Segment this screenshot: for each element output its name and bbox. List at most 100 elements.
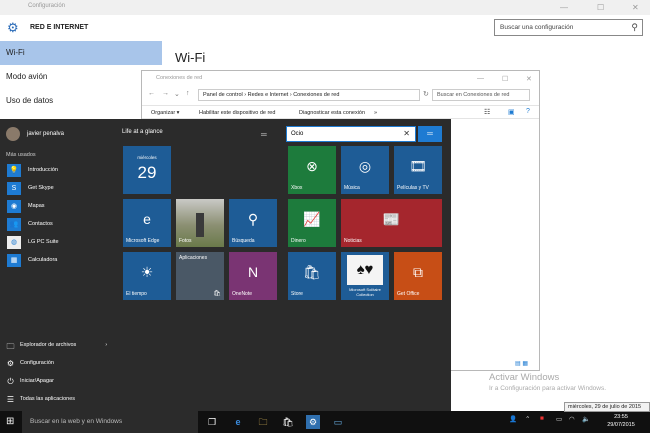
help-icon[interactable]: ? [526,108,530,115]
onenote-icon: N [247,264,259,280]
taskbar-search-input[interactable]: Buscar en la web y en Windows [22,411,198,433]
app-item-contactos[interactable]: 👥 Contactos [7,217,107,232]
tile-apps[interactable]: Aplicaciones 🛍 [176,252,224,300]
tile-xbox[interactable]: ⊗ Xbox [288,146,336,194]
organize-button[interactable]: Organizar ▾ [151,110,179,116]
system-label: Iniciar/Apagar [20,378,54,384]
chevron-up-icon[interactable]: ⌃ [525,415,530,423]
up-arrow-icon[interactable]: ↑ [186,90,190,97]
refresh-icon[interactable]: ↻ [423,90,429,98]
power-icon: ⏻ [7,377,14,386]
back-arrow-icon[interactable]: ← [148,90,155,97]
cp-search-input[interactable]: Buscar en Conexiones de red [432,89,530,101]
app-item-introduccion[interactable]: 💡 Introducción [7,163,107,178]
people-tray-icon[interactable]: 👤 [509,415,517,423]
tile-news[interactable]: 📰 Noticias [341,199,442,247]
settings-item[interactable]: ⚙ Configuración [6,357,111,371]
skype-icon: S [7,182,21,195]
minimize-button[interactable]: — [560,3,568,12]
chart-icon: 📈 [303,211,321,227]
tile-edge[interactable]: e Microsoft Edge [123,199,171,247]
edge-taskbar-icon[interactable]: e [231,415,245,429]
chevron-right-icon: › [105,342,107,348]
tile-label: Música [344,185,360,191]
clock[interactable]: 23:55 29/07/2015 [596,413,646,429]
app-label: Introducción [28,167,58,173]
tile-calendar[interactable]: miércoles 29 [123,146,171,194]
more-button[interactable]: » [374,110,377,116]
nav-item-data-usage[interactable]: Uso de datos [0,89,162,113]
file-explorer-item[interactable]: 🗀 Explorador de archivos › [6,339,111,353]
settings-taskbar-icon[interactable]: ⚙ [306,415,320,429]
tile-label: Xbox [291,185,303,191]
tile-store[interactable]: 🛍 Store [288,252,336,300]
settings-titlebar: Configuración — ☐ ✕ [0,0,650,15]
group-menu-button[interactable]: ═ [418,126,442,142]
volume-icon[interactable]: 🔈 [582,415,590,423]
cp-minimize-button[interactable]: — [477,75,484,82]
settings-section-title: RED E INTERNET [30,24,89,31]
clock-time: 23:55 [614,414,628,420]
breadcrumb-item[interactable]: Panel de control [203,92,243,98]
preview-pane-icon[interactable]: ▣ [508,108,515,116]
date-tooltip: miércoles, 29 de julio de 2015 [564,402,650,412]
cp-close-button[interactable]: ✕ [526,75,532,83]
all-apps-item[interactable]: ☰ Todas las aplicaciones [6,393,111,407]
tile-solitaire[interactable]: ♠♥ Microsoft Solitaire Collection [341,252,389,300]
app-item-lg-pc-suite[interactable]: ◍ LG PC Suite [7,235,107,250]
tile-search[interactable]: ⚲ Búsqueda [229,199,277,247]
settings-search-input[interactable]: Buscar una configuración ⚲ [494,19,643,36]
battery-icon[interactable]: ▭ [556,415,562,423]
diagnose-button[interactable]: Diagnosticar esta conexión [299,110,365,116]
forward-arrow-icon[interactable]: → [162,90,169,97]
view-options-icon[interactable]: ☷ [484,108,490,116]
app-item-calculadora[interactable]: ▦ Calculadora [7,253,107,268]
clear-icon[interactable]: ✕ [403,129,410,138]
tile-money[interactable]: 📈 Dinero [288,199,336,247]
tile-label: El tiempo [126,291,147,297]
breadcrumb-item[interactable]: Conexiones de red [293,92,339,98]
store-taskbar-icon[interactable]: 🛍 [281,415,295,429]
network-window-taskbar-icon[interactable]: ▭ [331,415,345,429]
windows-start-icon[interactable]: ⊞ [6,416,14,427]
task-view-icon[interactable]: ❐ [205,415,219,429]
cp-toolbar: Organizar ▾ Habilitar este dispositivo d… [142,105,539,119]
most-used-label: Más usados [6,152,36,158]
avatar [6,127,20,141]
group-name-input[interactable]: Ocio ✕ [286,126,416,142]
recent-chevron-icon[interactable]: ⌄ [174,90,180,98]
breadcrumb-item[interactable]: Redes e Internet [248,92,289,98]
lightbulb-icon: 💡 [7,164,21,177]
enable-device-button[interactable]: Habilitar este dispositivo de red [199,110,275,116]
power-item[interactable]: ⏻ Iniciar/Apagar [6,375,111,389]
edge-icon: e [143,211,151,227]
wifi-icon[interactable]: ◠ [569,415,575,423]
tile-office[interactable]: ⧉ Get Office [394,252,442,300]
close-button[interactable]: ✕ [632,3,639,12]
nav-item-airplane-mode[interactable]: Modo avión [0,65,162,89]
tile-label: Get Office [397,291,420,297]
tile-movies[interactable]: 🎞 Películas y TV [394,146,442,194]
tile-onenote[interactable]: N OneNote [229,252,277,300]
tile-group-title: Life at a glance [122,129,163,135]
app-item-mapas[interactable]: ◉ Mapas [7,199,107,214]
warning-tray-icon[interactable]: ■ [540,415,544,422]
view-toggle-icon[interactable]: ▤ ▦ [515,360,537,368]
app-item-skype[interactable]: S Get Skype [7,181,107,196]
user-account[interactable]: javier penalva [6,127,111,141]
settings-window-title: Configuración [28,3,66,9]
tile-weather[interactable]: ☀ El tiempo [123,252,171,300]
tile-photos[interactable]: Fotos [176,199,224,247]
nav-item-wifi[interactable]: Wi-Fi [0,41,162,65]
folder-icon: 🗀 [6,342,15,351]
file-explorer-taskbar-icon[interactable]: 🗀 [256,415,270,429]
page-title: Wi-Fi [175,50,206,65]
film-icon: 🎞 [409,158,427,174]
search-icon: ⚲ [631,22,638,32]
cp-maximize-button[interactable]: ☐ [502,75,508,83]
group-handle-icon[interactable]: ═ [261,130,267,139]
maximize-button[interactable]: ☐ [597,3,604,12]
breadcrumb[interactable]: Panel de control › Redes e Internet › Co… [198,89,420,101]
tile-music[interactable]: ◎ Música [341,146,389,194]
start-menu: javier penalva Más usados 💡 Introducción … [0,119,451,411]
